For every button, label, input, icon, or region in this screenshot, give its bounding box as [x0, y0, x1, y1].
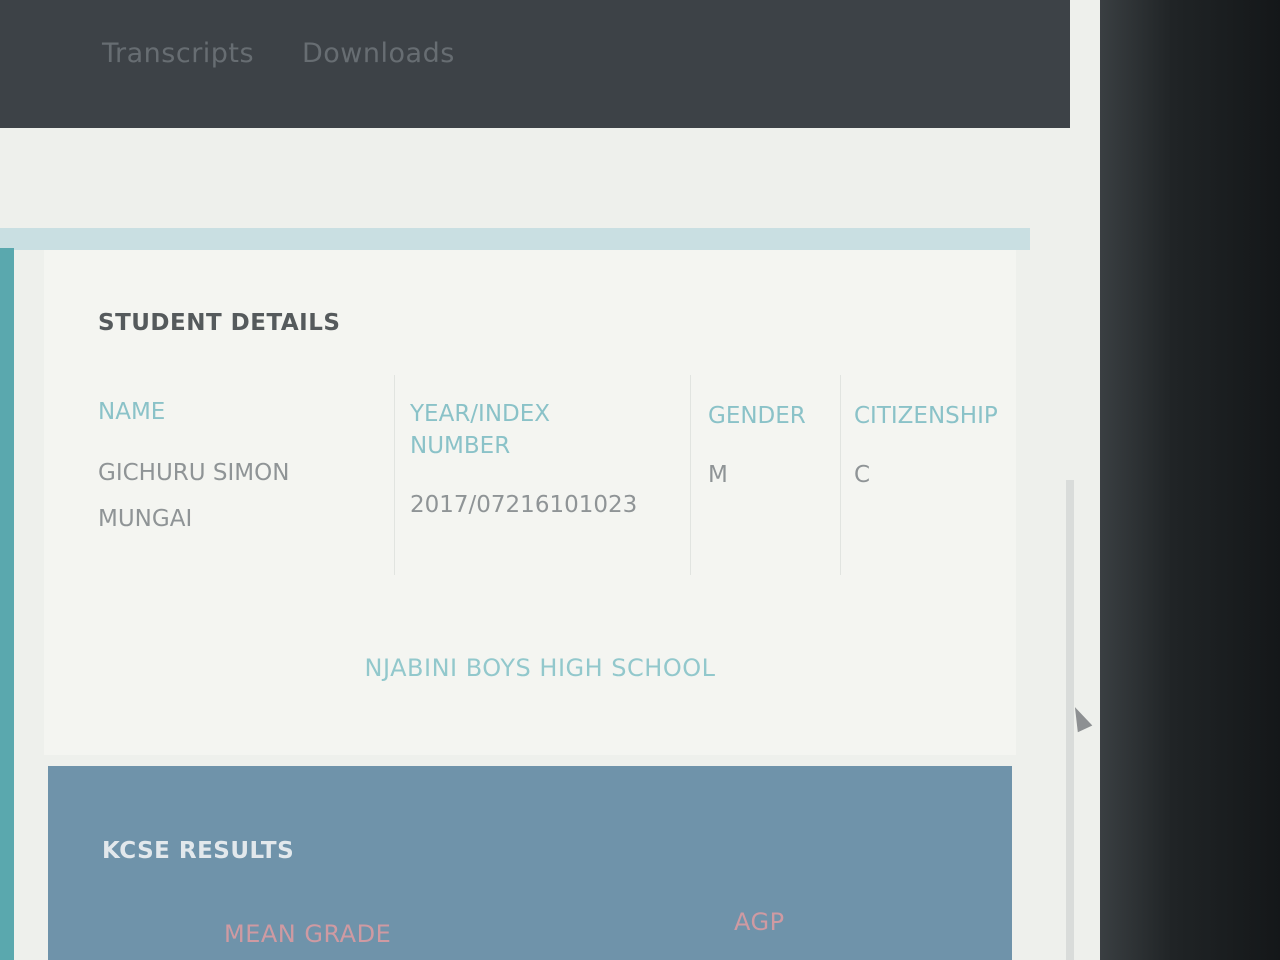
index-number-value: 2017/07216101023: [410, 492, 638, 518]
citizenship-value: C: [854, 462, 871, 488]
column-divider: [840, 375, 841, 575]
column-divider: [690, 375, 691, 575]
monitor-bezel: [1100, 0, 1280, 960]
name-header: NAME: [98, 399, 166, 425]
citizenship-header: CITIZENSHIP: [854, 403, 998, 429]
index-number-header: YEAR/INDEX NUMBER: [410, 401, 551, 459]
gender-value: M: [708, 462, 728, 488]
nav-item-downloads[interactable]: Downloads: [302, 38, 455, 69]
mean-grade-header: MEAN GRADE: [224, 920, 392, 948]
student-details-card: STUDENT DETAILS NAME YEAR/INDEX NUMBER G…: [44, 250, 1016, 755]
school-name: NJABINI BOYS HIGH SCHOOL: [364, 654, 716, 682]
nav-item-transcripts[interactable]: Transcripts: [102, 38, 254, 69]
column-divider: [394, 375, 395, 575]
section-separator: [0, 228, 1030, 250]
gender-header: GENDER: [708, 403, 806, 429]
top-navigation-bar: Transcripts Downloads: [0, 0, 1070, 128]
agp-header: AGP: [734, 908, 785, 936]
student-name-value: GICHURU SIMON MUNGAI: [98, 460, 290, 532]
left-accent-bar: [0, 248, 14, 960]
student-details-title: STUDENT DETAILS: [98, 310, 341, 336]
browser-viewport: Transcripts Downloads STUDENT DETAILS NA…: [0, 0, 1100, 960]
kcse-results-panel: KCSE RESULTS MEAN GRADE AGP: [48, 766, 1012, 960]
page-header-spacer: [0, 128, 1070, 228]
kcse-results-title: KCSE RESULTS: [102, 838, 295, 864]
